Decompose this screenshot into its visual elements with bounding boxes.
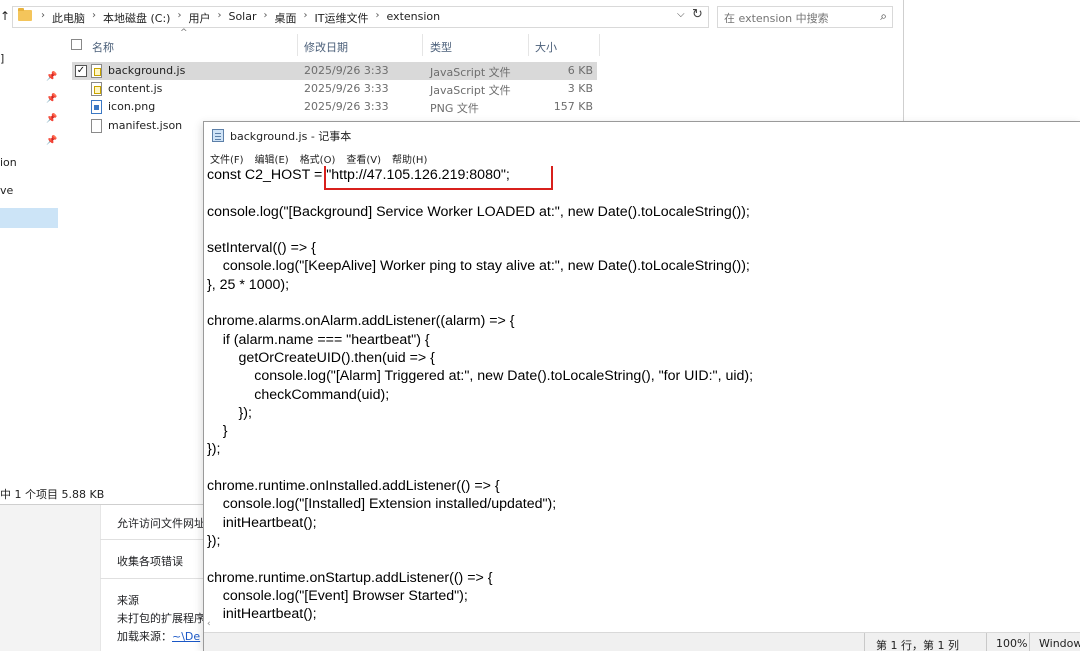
column-name[interactable]: 名称 [92, 39, 114, 55]
breadcrumb-users[interactable]: 用户 [182, 10, 216, 26]
window-title: background.js - 记事本 [230, 130, 352, 143]
menu-edit[interactable]: 编辑(E) [249, 148, 294, 166]
code-text[interactable]: const C2_HOST = "http://47.105.126.219:8… [207, 166, 1077, 623]
pin-icon[interactable]: 📌 [46, 136, 57, 146]
load-source-row: 加载来源：~\De [117, 628, 200, 644]
c2-host-highlight [324, 166, 553, 190]
search-input[interactable] [718, 8, 868, 29]
nav-item-fragment[interactable]: ve [0, 184, 13, 197]
refresh-icon[interactable]: ↻ [692, 7, 703, 22]
breadcrumb-extension[interactable]: extension [380, 10, 446, 26]
menu-view[interactable]: 查看(V) [340, 148, 386, 166]
line-ending: Window [1039, 637, 1080, 650]
load-source-label: 加载来源： [117, 630, 172, 643]
search-box: ⌕ [717, 6, 893, 29]
notepad-window: background.js - 记事本 文件(F) 编辑(E) 格式(O) 查看… [203, 121, 1080, 651]
status-divider [864, 633, 865, 651]
screen: 允许访问文件网址 收集各项错误 来源 未打包的扩展程序 加载来源：~\De ↑ … [0, 0, 1080, 651]
allow-file-urls-label[interactable]: 允许访问文件网址 [117, 515, 205, 531]
column-type[interactable]: 类型 [430, 39, 452, 55]
cursor-position: 第 1 行，第 1 列 [876, 639, 959, 651]
breadcrumb-desktop[interactable]: 桌面 [269, 10, 303, 26]
load-source-link[interactable]: ~\De [172, 630, 200, 643]
pin-icon[interactable]: 📌 [46, 114, 57, 124]
notepad-icon [212, 129, 224, 142]
file-name: icon.png [108, 100, 156, 113]
file-row[interactable]: ✓ background.js 2025/9/26 3:33 JavaScrip… [72, 62, 597, 80]
breadcrumb-this-pc[interactable]: 此电脑 [46, 10, 91, 26]
search-icon[interactable]: ⌕ [880, 9, 887, 24]
file-size: 157 KB [553, 100, 593, 113]
file-name: background.js [108, 64, 186, 77]
column-divider[interactable] [528, 34, 529, 56]
file-row[interactable]: icon.png 2025/9/26 3:33 PNG 文件 157 KB [72, 98, 597, 116]
column-header-row: ^ 名称 修改日期 类型 大小 [66, 28, 606, 58]
js-file-icon [91, 82, 102, 96]
json-file-icon [91, 119, 102, 133]
png-file-icon [91, 100, 102, 114]
breadcrumb-local-disk[interactable]: 本地磁盘 (C:) [97, 10, 176, 26]
js-file-icon [91, 64, 102, 78]
menu-bar: 文件(F) 编辑(E) 格式(O) 查看(V) 帮助(H) [204, 148, 1080, 166]
source-description: 未打包的扩展程序 [117, 612, 205, 625]
column-divider[interactable] [422, 34, 423, 56]
column-date[interactable]: 修改日期 [304, 39, 348, 55]
collect-errors-label[interactable]: 收集各项错误 [117, 553, 183, 569]
pin-icon[interactable]: 📌 [46, 94, 57, 104]
file-name: content.js [108, 82, 163, 95]
file-size: 3 KB [567, 82, 593, 95]
breadcrumb: › 此电脑 › 本地磁盘 (C:) › 用户 › Solar › 桌面 › IT… [40, 10, 446, 26]
nav-item-fragment[interactable]: ion [0, 156, 17, 169]
pin-icon[interactable]: 📌 [46, 72, 57, 82]
file-type: JavaScript 文件 [430, 66, 511, 79]
file-date: 2025/9/26 3:33 [304, 82, 389, 95]
notepad-status-bar: ‹ 第 1 行，第 1 列 100% Window [204, 619, 1080, 651]
chevron-down-icon[interactable]: ⌵ [677, 9, 685, 20]
row-checkbox[interactable]: ✓ [75, 65, 87, 77]
file-date: 2025/9/26 3:33 [304, 64, 389, 77]
nav-item-selected[interactable] [0, 208, 58, 228]
explorer-status-bar: 中 1 个项目 5.88 KB [0, 488, 105, 501]
status-divider [1029, 633, 1030, 651]
file-type: PNG 文件 [430, 102, 479, 115]
nav-item-fragment[interactable]: ] [0, 52, 4, 65]
status-divider [986, 633, 987, 651]
source-title: 来源 [117, 594, 139, 607]
zoom-level: 100% [996, 637, 1028, 650]
select-all-checkbox[interactable] [71, 39, 82, 50]
column-size[interactable]: 大小 [535, 39, 557, 55]
menu-file[interactable]: 文件(F) [204, 148, 249, 166]
breadcrumb-solar[interactable]: Solar [222, 10, 262, 26]
navigation-pane: ] 📌 📌 📌 📌 ion ve [0, 34, 60, 504]
file-name: manifest.json [108, 119, 183, 132]
column-divider[interactable] [599, 34, 600, 56]
file-size: 6 KB [567, 64, 593, 77]
menu-format[interactable]: 格式(O) [294, 148, 341, 166]
column-divider[interactable] [297, 34, 298, 56]
breadcrumb-it-ops[interactable]: IT运维文件 [309, 10, 375, 26]
sort-ascending-icon: ^ [180, 28, 188, 38]
notepad-titlebar[interactable]: background.js - 记事本 [204, 122, 1080, 148]
scroll-left-icon[interactable]: ‹ [207, 619, 211, 629]
file-row[interactable]: content.js 2025/9/26 3:33 JavaScript 文件 … [72, 80, 597, 98]
folder-icon [18, 8, 32, 21]
file-type: JavaScript 文件 [430, 84, 511, 97]
text-editor[interactable]: const C2_HOST = "http://47.105.126.219:8… [207, 166, 1077, 632]
up-arrow-icon[interactable]: ↑ [0, 9, 10, 23]
file-date: 2025/9/26 3:33 [304, 100, 389, 113]
menu-help[interactable]: 帮助(H) [386, 148, 432, 166]
